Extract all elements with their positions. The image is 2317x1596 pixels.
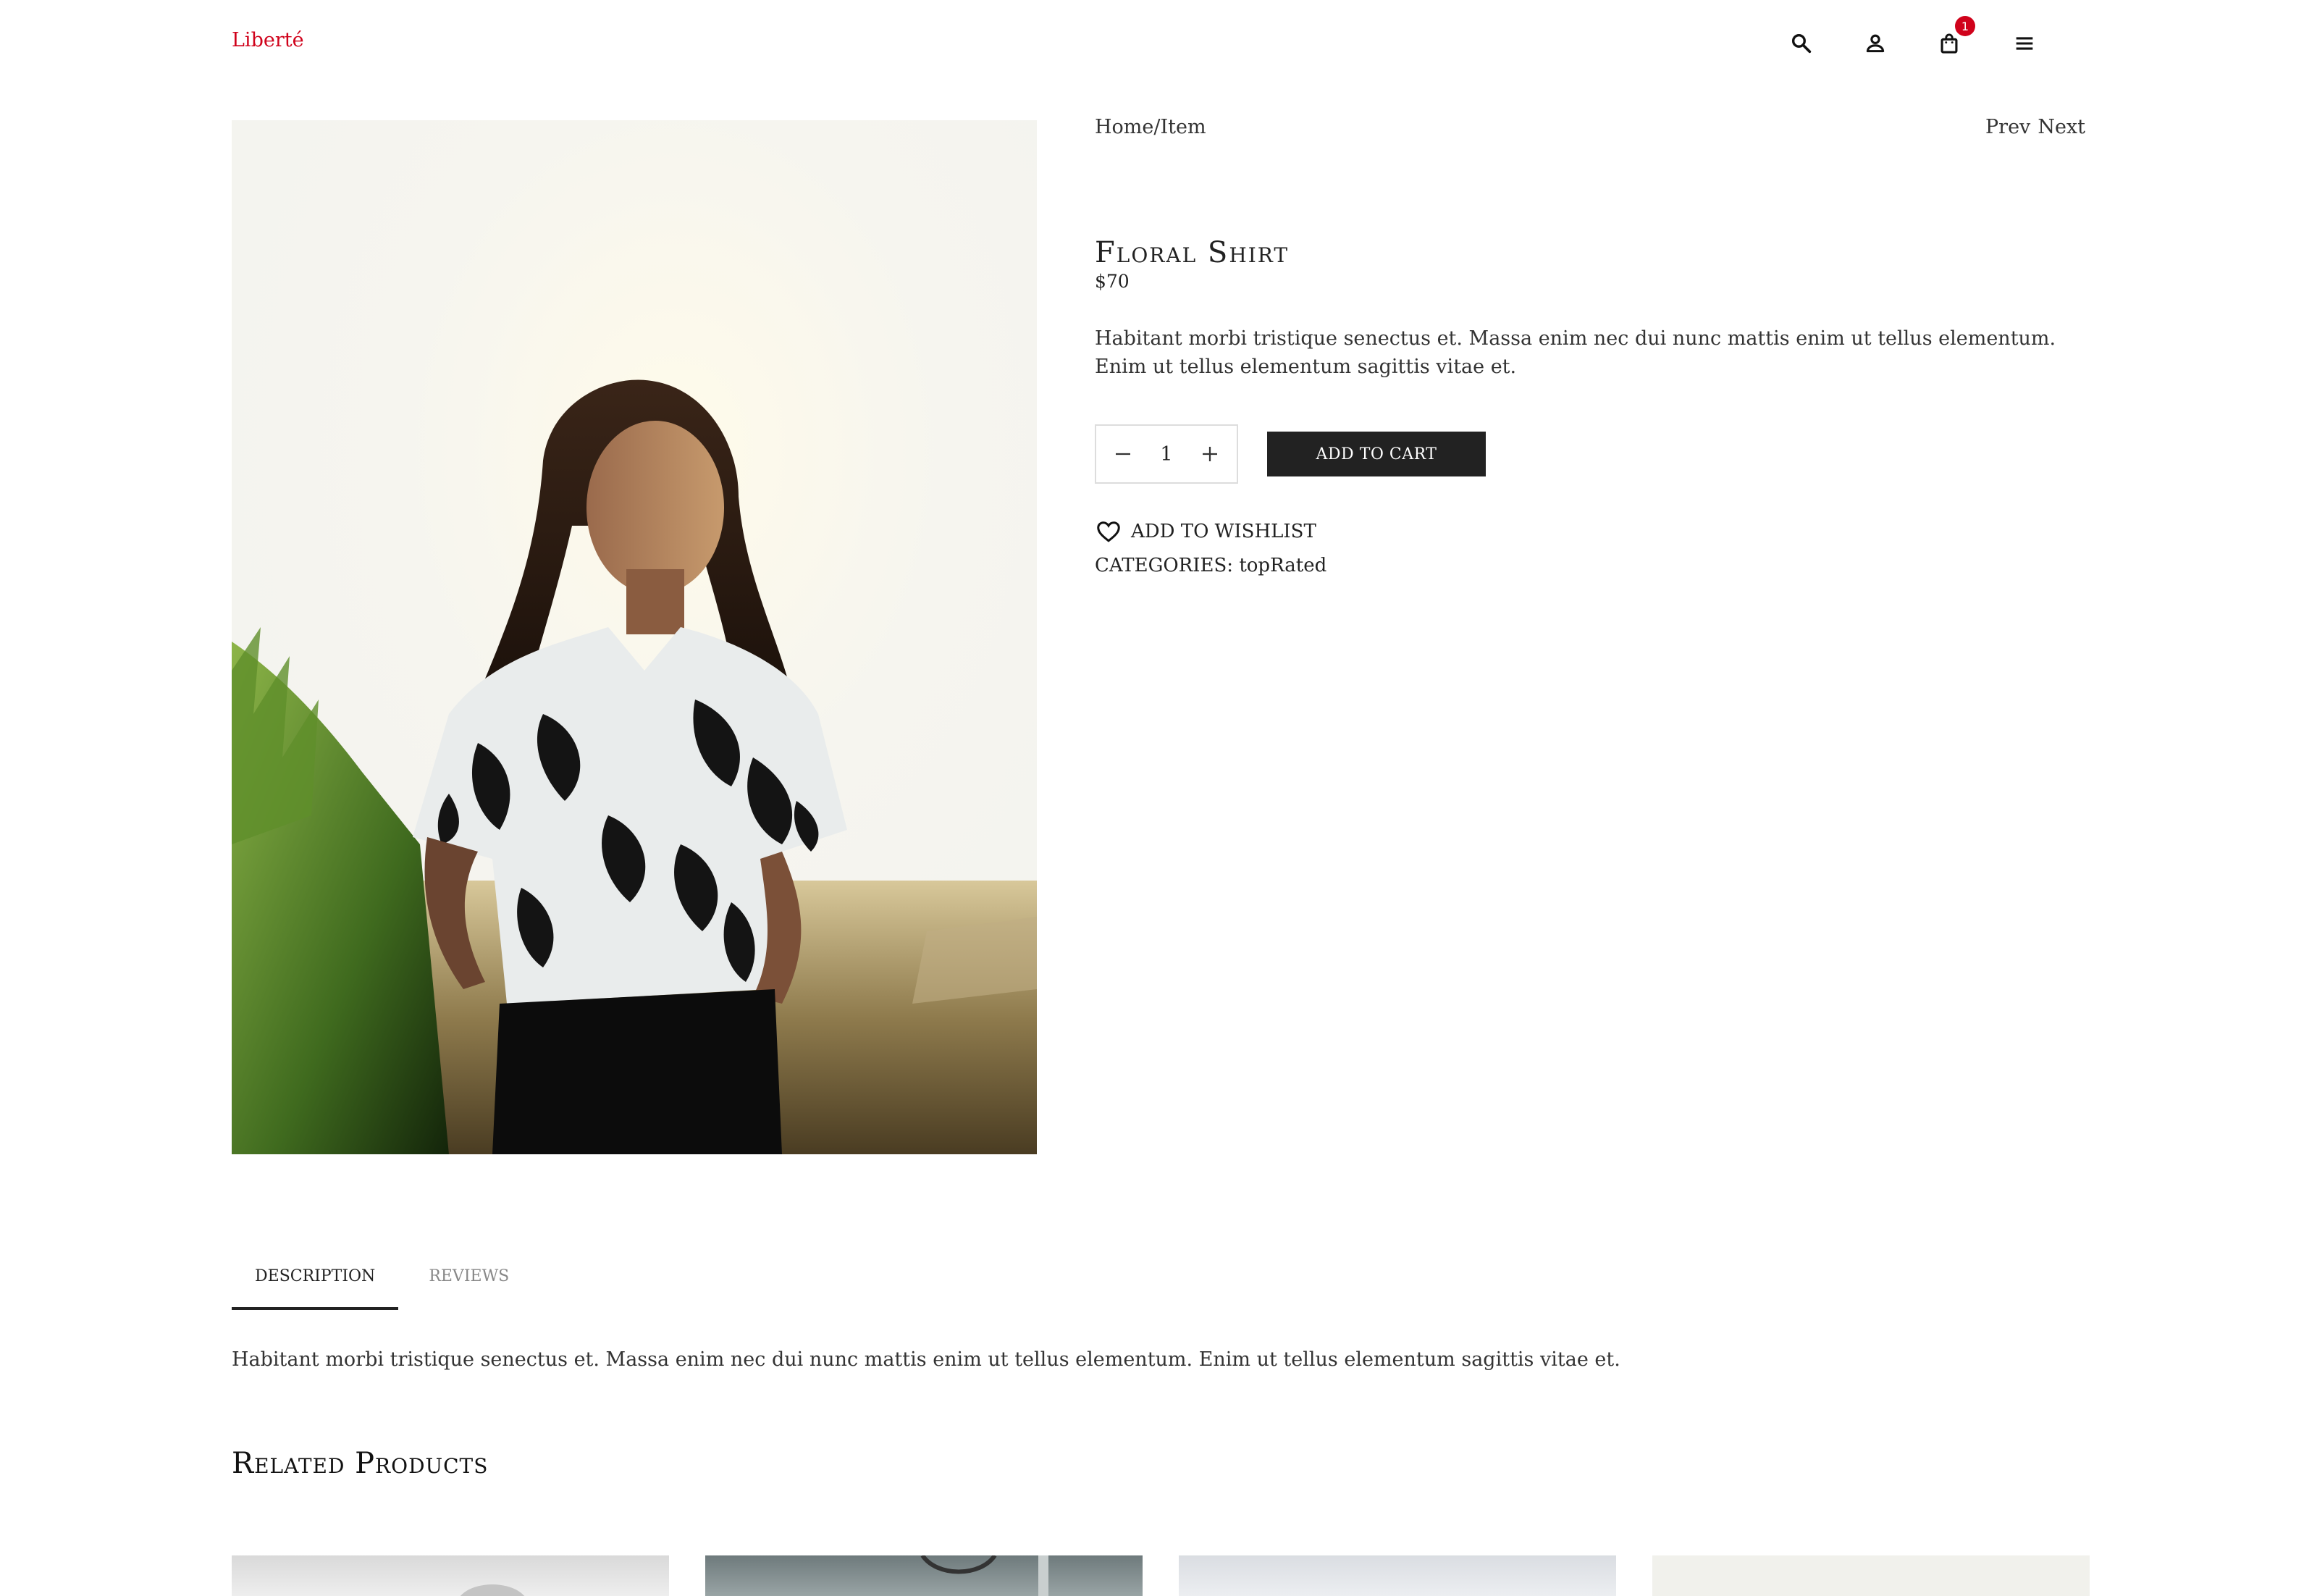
add-to-wishlist-link[interactable]: ADD TO WISHLIST [1095, 518, 1316, 545]
add-to-cart-button[interactable]: ADD TO CART [1267, 432, 1486, 476]
next-link[interactable]: Next [2038, 116, 2085, 138]
breadcrumb[interactable]: Home/Item [1095, 116, 1206, 138]
quantity-stepper: 1 [1095, 424, 1238, 484]
user-icon[interactable] [1859, 28, 1891, 59]
minus-icon[interactable] [1111, 442, 1135, 466]
product-title: Floral Shirt [1095, 236, 1290, 269]
category-link[interactable]: topRated [1239, 555, 1326, 576]
product-categories: CATEGORIES: topRated [1095, 555, 1326, 576]
heart-icon [1097, 521, 1120, 542]
product-price: $70 [1095, 271, 1130, 292]
categories-label: CATEGORIES: [1095, 555, 1234, 576]
related-product-card[interactable] [1179, 1555, 1616, 1596]
description-text: Habitant morbi tristique senectus et. Ma… [232, 1348, 1620, 1371]
search-icon[interactable] [1786, 28, 1817, 59]
tab-reviews[interactable]: REVIEWS [405, 1260, 532, 1310]
product-pager: Prev Next [1985, 116, 2085, 138]
related-products-title: Related Products [232, 1447, 489, 1480]
product-short-description: Habitant morbi tristique senectus et. Ma… [1095, 327, 2056, 378]
quantity-value[interactable]: 1 [1160, 443, 1172, 466]
site-header: Liberté 1 [0, 0, 2317, 87]
shopping-bag-icon[interactable]: 1 [1933, 16, 1975, 59]
product-image [232, 120, 1037, 1154]
cart-count-badge: 1 [1955, 16, 1975, 36]
product-tabs: DESCRIPTION REVIEWS [232, 1260, 532, 1310]
related-product-card[interactable] [232, 1555, 669, 1596]
site-logo[interactable]: Liberté [232, 29, 304, 51]
prev-link[interactable]: Prev [1985, 116, 2030, 138]
plus-icon[interactable] [1198, 442, 1222, 466]
tab-description[interactable]: DESCRIPTION [232, 1260, 399, 1310]
related-product-card[interactable] [1652, 1555, 2090, 1596]
wishlist-label: ADD TO WISHLIST [1131, 521, 1316, 542]
hamburger-menu-icon[interactable] [2009, 28, 2040, 59]
related-product-card[interactable] [705, 1555, 1143, 1596]
